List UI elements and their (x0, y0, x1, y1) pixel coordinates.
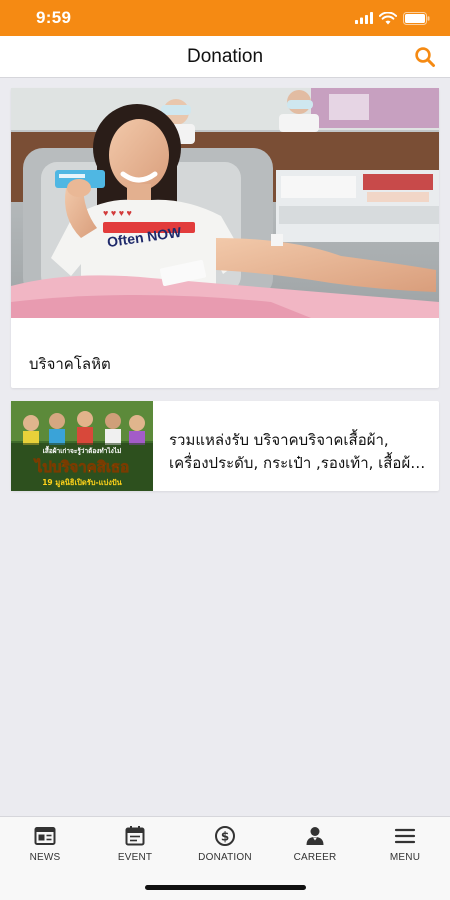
tab-career[interactable]: CAREER (270, 825, 360, 869)
tab-event[interactable]: EVENT (90, 825, 180, 869)
tab-donation[interactable]: $ DONATION (180, 825, 270, 869)
tab-label: MENU (389, 852, 421, 863)
donation-list: ♥ ♥ ♥ ♥ Often NOW บริจาคโลหิต เสื้อผ้าเก… (0, 78, 450, 816)
hamburger-menu-icon (394, 828, 416, 844)
news-icon (34, 827, 56, 845)
person-icon (306, 827, 324, 845)
tab-label: CAREER (293, 852, 337, 863)
status-time: 9:59 (36, 8, 72, 27)
tab-menu[interactable]: MENU (360, 825, 450, 869)
status-bar: 9:59 (0, 0, 450, 36)
clothes-donation-thumbnail: เสื้อผ้าเก่าจะรู้ว่าต้องทำไงไม่ ไปบริจาค… (11, 401, 153, 491)
signal-icon (355, 12, 373, 24)
blood-donation-photo: ♥ ♥ ♥ ♥ Often NOW (11, 88, 439, 318)
wifi-icon (379, 11, 397, 24)
banner-line-2: ไปบริจาคสิเธอ (33, 457, 129, 476)
donation-card-clothes[interactable]: เสื้อผ้าเก่าจะรู้ว่าต้องทำไงไม่ ไปบริจาค… (11, 401, 439, 491)
banner-line-1: เสื้อผ้าเก่าจะรู้ว่าต้องทำไงไม่ (43, 445, 122, 456)
home-indicator (145, 885, 306, 890)
tab-label: NEWS (29, 852, 61, 863)
svg-text:♥ ♥ ♥ ♥: ♥ ♥ ♥ ♥ (103, 208, 132, 218)
banner-line-3: 19 มูลนิธิเปิดรับ-แบ่งปัน (42, 478, 122, 488)
card-title: บริจาคโลหิต (29, 355, 111, 373)
status-icons (355, 11, 430, 25)
tab-label: DONATION (198, 852, 252, 863)
card-title: รวมแหล่งรับ บริจาคบริจาคเสื้อผ้า, เครื่อ… (169, 431, 419, 472)
search-icon[interactable] (414, 46, 436, 68)
navigation-bar: Donation (0, 36, 450, 78)
tab-label: EVENT (117, 852, 153, 863)
battery-icon (403, 11, 430, 25)
dollar-coin-icon: $ (215, 826, 235, 846)
svg-text:$: $ (221, 829, 229, 843)
tab-news[interactable]: NEWS (0, 825, 90, 869)
page-title: Donation (186, 45, 264, 67)
donation-card-blood[interactable]: ♥ ♥ ♥ ♥ Often NOW บริจาคโลหิต (11, 88, 439, 388)
calendar-icon (125, 826, 145, 846)
